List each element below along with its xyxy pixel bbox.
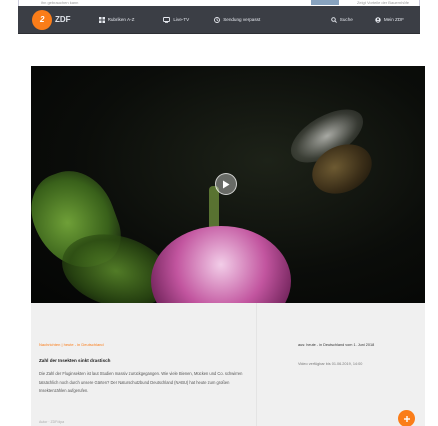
breadcrumb[interactable]: Nachrichten | heute - in Deutschland xyxy=(39,342,104,347)
teaser-thumbnail[interactable] xyxy=(311,0,339,5)
broadcast-date[interactable]: aus: heute - in Deutschland vom 1. Juni … xyxy=(298,343,374,347)
content-panel xyxy=(31,303,425,426)
nav-item-label: Rubriken A-Z xyxy=(107,17,135,22)
user-icon xyxy=(375,16,381,23)
video-frame-clover-flower xyxy=(151,226,291,303)
search-label: Suche xyxy=(339,17,353,22)
nav-item-sendung-verpasst[interactable]: Sendung verpasst xyxy=(214,16,261,23)
zdf-logo-text[interactable]: ZDF xyxy=(55,15,71,24)
page: ihn gebrauchen kann Zeigt Vorteile der B… xyxy=(0,0,438,426)
search-icon xyxy=(331,16,337,23)
play-button[interactable] xyxy=(215,173,237,195)
author-fragment: Autor · ZDF/dpa xyxy=(39,420,65,424)
account-button[interactable]: Mein ZDF xyxy=(375,16,404,23)
teaser-fragment[interactable]: Zeigt Vorteile der Bauernhöfe xyxy=(357,0,409,5)
article-headline: Zahl der Insekten sinkt drastisch xyxy=(39,358,111,363)
plus-icon xyxy=(403,415,410,422)
previous-teaser-fragment[interactable]: ihn gebrauchen kann xyxy=(41,0,78,5)
account-label: Mein ZDF xyxy=(383,17,404,22)
nav-item-label: Sendung verpasst xyxy=(223,17,261,22)
top-navigation-bar: 2 ZDF Rubriken A-Z Live-TV Sendung verpa… xyxy=(18,6,420,34)
search-button[interactable]: Suche xyxy=(331,16,353,23)
article-description: Die Zahl der Fluginsekten ist laut Studi… xyxy=(39,371,243,393)
add-to-list-button[interactable] xyxy=(398,410,415,426)
grid-icon xyxy=(98,16,105,23)
nav-right-group: Suche Mein ZDF xyxy=(331,16,404,23)
zdf-logo-icon[interactable]: 2 xyxy=(32,9,52,30)
nav-item-rubriken[interactable]: Rubriken A-Z xyxy=(98,16,135,23)
tv-icon xyxy=(163,16,171,23)
clock-icon xyxy=(214,16,221,23)
nav-item-label: Live-TV xyxy=(173,17,190,22)
availability-info: Video verfügbar bis 01.06.2019, 14:00 xyxy=(298,362,363,366)
play-icon xyxy=(223,180,230,188)
content-divider xyxy=(256,303,257,426)
nav-item-live-tv[interactable]: Live-TV xyxy=(163,16,190,23)
video-player[interactable] xyxy=(31,66,425,303)
